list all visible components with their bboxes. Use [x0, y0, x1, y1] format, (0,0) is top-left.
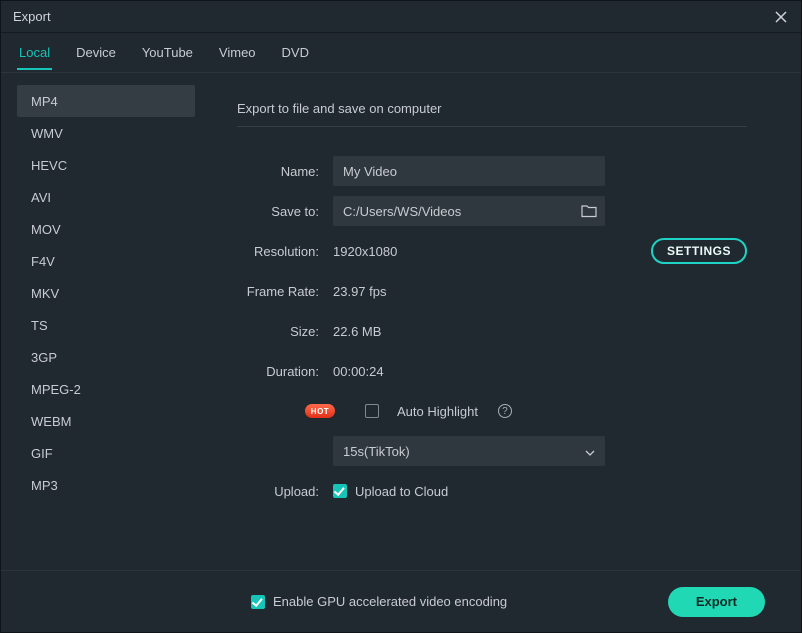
saveto-wrap [333, 196, 605, 226]
gpu-label: Enable GPU accelerated video encoding [273, 594, 507, 609]
sidebar-item-mp4[interactable]: MP4 [17, 85, 195, 117]
main-heading: Export to file and save on computer [237, 101, 747, 127]
sidebar-item-hevc[interactable]: HEVC [17, 149, 195, 181]
row-resolution: Resolution: 1920x1080 SETTINGS [237, 231, 747, 271]
sidebar-item-ts[interactable]: TS [17, 309, 195, 341]
settings-button[interactable]: SETTINGS [651, 238, 747, 264]
sidebar-item-f4v[interactable]: F4V [17, 245, 195, 277]
resolution-label: Resolution: [237, 244, 333, 259]
export-main: Export to file and save on computer Name… [201, 73, 801, 570]
duration-value: 00:00:24 [333, 364, 384, 379]
saveto-input[interactable] [333, 196, 605, 226]
row-duration: Duration: 00:00:24 [237, 351, 747, 391]
duration-label: Duration: [237, 364, 333, 379]
sidebar-item-webm[interactable]: WEBM [17, 405, 195, 437]
tab-device[interactable]: Device [74, 35, 118, 70]
sidebar-item-mov[interactable]: MOV [17, 213, 195, 245]
resolution-value: 1920x1080 [333, 244, 397, 259]
size-label: Size: [237, 324, 333, 339]
footer-left: Enable GPU accelerated video encoding [251, 594, 507, 609]
tab-youtube[interactable]: YouTube [140, 35, 195, 70]
row-framerate: Frame Rate: 23.97 fps [237, 271, 747, 311]
sidebar-item-mkv[interactable]: MKV [17, 277, 195, 309]
close-icon[interactable] [773, 9, 789, 25]
chevron-down-icon [585, 444, 595, 459]
sidebar-item-3gp[interactable]: 3GP [17, 341, 195, 373]
hot-badge: HOT [305, 404, 335, 418]
export-tabs: Local Device YouTube Vimeo DVD [1, 33, 801, 73]
format-sidebar: MP4 WMV HEVC AVI MOV F4V MKV TS 3GP MPEG… [1, 73, 201, 570]
upload-label: Upload: [237, 484, 333, 499]
window-title: Export [13, 9, 51, 24]
framerate-value: 23.97 fps [333, 284, 387, 299]
preset-select[interactable]: 15s(TikTok) [333, 436, 605, 466]
name-label: Name: [237, 164, 333, 179]
row-size: Size: 22.6 MB [237, 311, 747, 351]
sidebar-item-mpeg2[interactable]: MPEG-2 [17, 373, 195, 405]
export-body: MP4 WMV HEVC AVI MOV F4V MKV TS 3GP MPEG… [1, 73, 801, 570]
row-upload: Upload: Upload to Cloud [237, 471, 747, 511]
sidebar-item-mp3[interactable]: MP3 [17, 469, 195, 501]
sidebar-item-wmv[interactable]: WMV [17, 117, 195, 149]
export-button[interactable]: Export [668, 587, 765, 617]
saveto-label: Save to: [237, 204, 333, 219]
name-input[interactable] [333, 156, 605, 186]
row-auto-highlight: HOT Auto Highlight ? [237, 391, 747, 431]
export-window: Export Local Device YouTube Vimeo DVD MP… [0, 0, 802, 633]
folder-icon[interactable] [581, 204, 597, 218]
tab-vimeo[interactable]: Vimeo [217, 35, 258, 70]
framerate-label: Frame Rate: [237, 284, 333, 299]
row-name: Name: [237, 151, 747, 191]
auto-highlight-checkbox[interactable] [365, 404, 379, 418]
auto-highlight-label: Auto Highlight [397, 404, 478, 419]
preset-select-value: 15s(TikTok) [343, 444, 410, 459]
tab-local[interactable]: Local [17, 35, 52, 70]
upload-cloud-checkbox[interactable] [333, 484, 347, 498]
upload-cloud-label: Upload to Cloud [355, 484, 448, 499]
footer: Enable GPU accelerated video encoding Ex… [1, 570, 801, 632]
row-saveto: Save to: [237, 191, 747, 231]
row-preset: 15s(TikTok) [237, 431, 747, 471]
tab-dvd[interactable]: DVD [280, 35, 311, 70]
size-value: 22.6 MB [333, 324, 381, 339]
titlebar: Export [1, 1, 801, 33]
sidebar-item-gif[interactable]: GIF [17, 437, 195, 469]
gpu-checkbox[interactable] [251, 595, 265, 609]
help-icon[interactable]: ? [498, 404, 512, 418]
sidebar-item-avi[interactable]: AVI [17, 181, 195, 213]
